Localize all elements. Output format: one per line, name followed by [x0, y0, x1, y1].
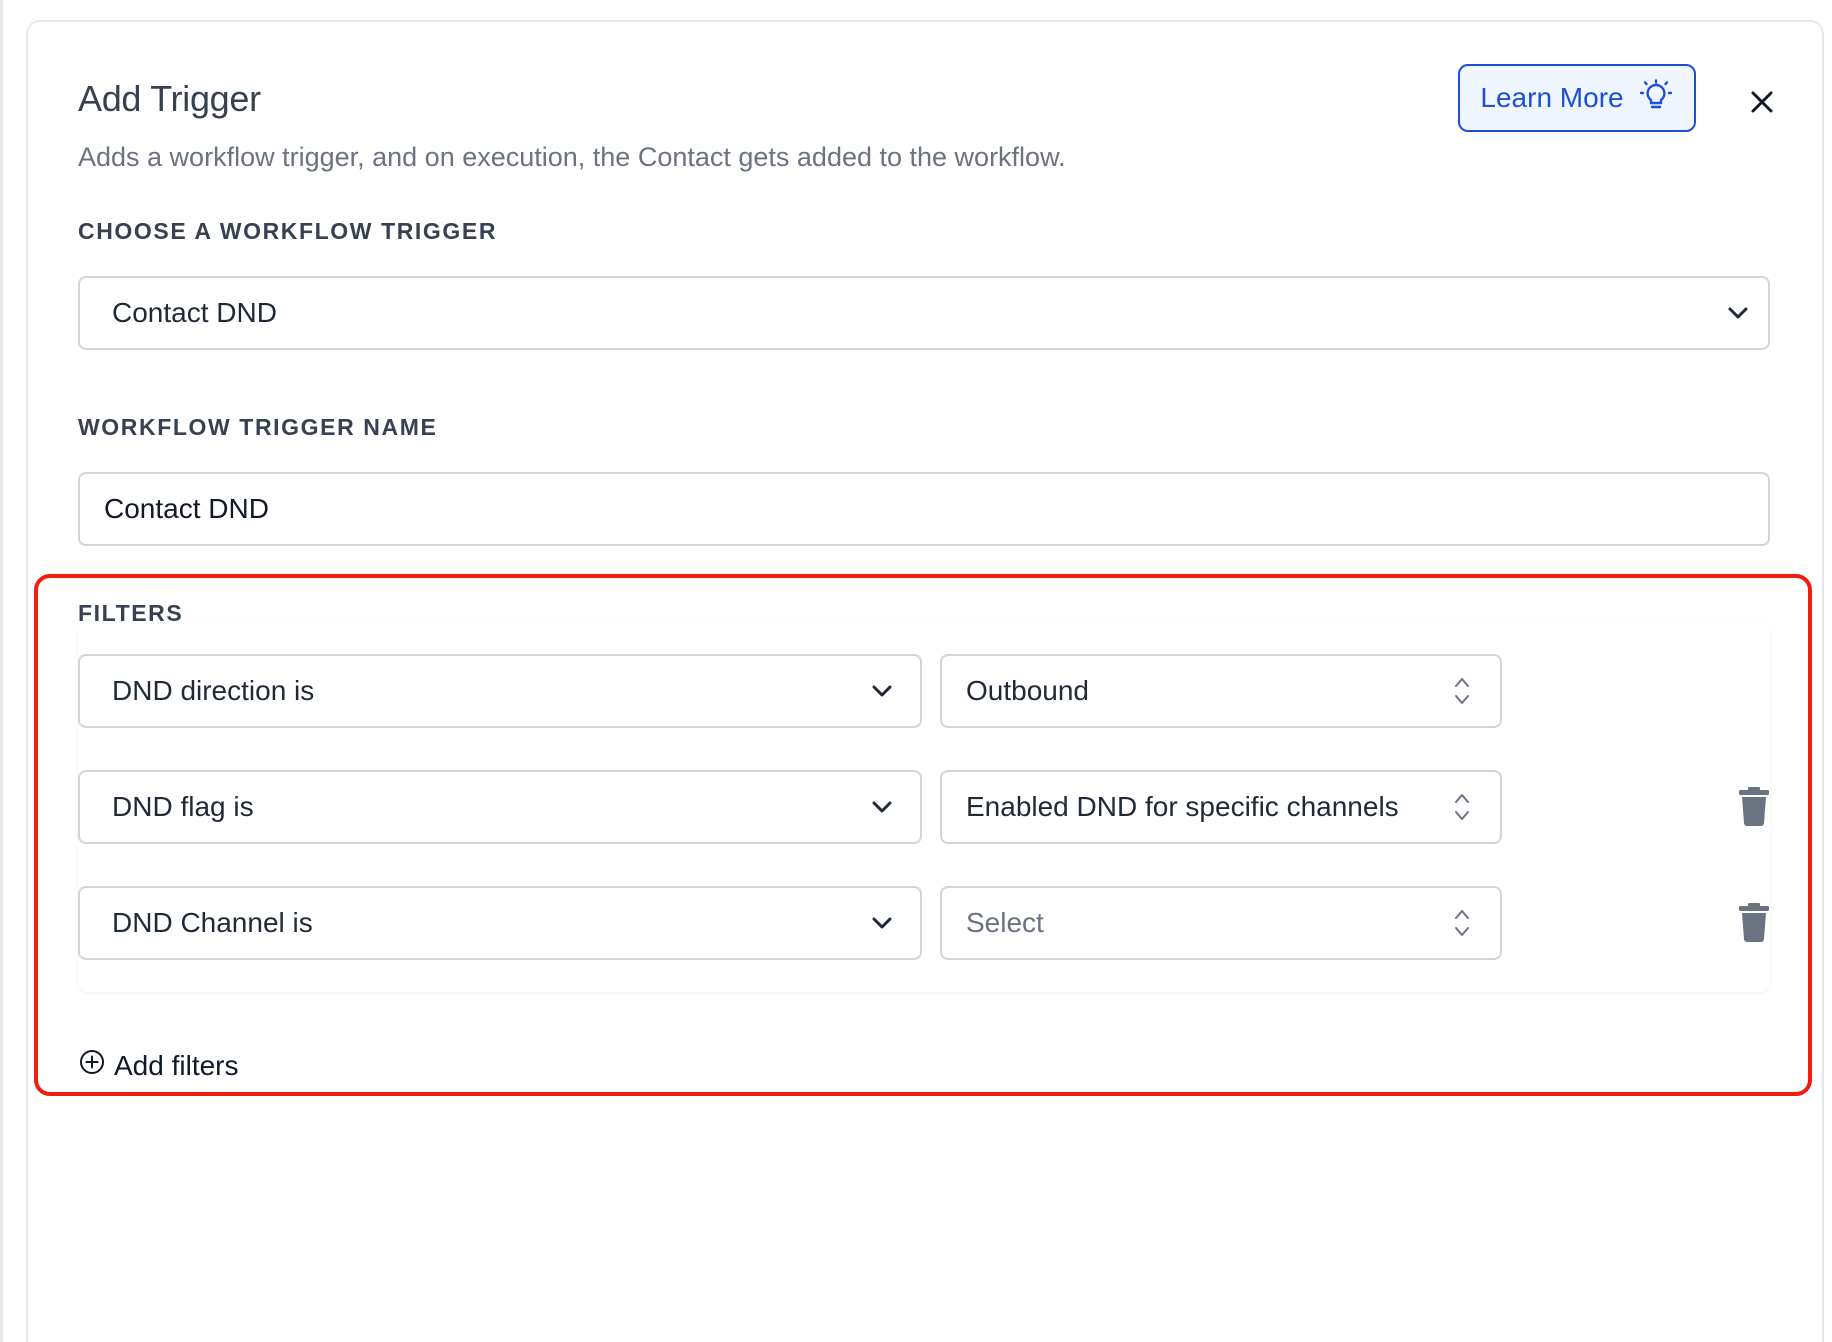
filter-row: DND direction is Outbound: [78, 654, 1770, 728]
filter-value-select[interactable]: Select: [940, 886, 1502, 960]
chevron-down-icon: [844, 799, 920, 815]
learn-more-label: Learn More: [1480, 82, 1624, 113]
filter-field-value: DND flag is: [112, 791, 254, 822]
filter-row: DND flag is Enabled DND for specific cha…: [78, 770, 1770, 844]
chevron-down-icon: [844, 683, 920, 699]
filter-field-value: DND direction is: [112, 675, 315, 706]
left-edge-divider: [0, 0, 3, 1342]
trigger-name-input[interactable]: Contact DND: [78, 472, 1770, 546]
filter-value-select[interactable]: Enabled DND for specific channels: [940, 770, 1502, 844]
chevron-down-icon: [844, 915, 920, 931]
trash-icon: [1736, 787, 1772, 830]
filter-value-placeholder: Select: [966, 907, 1044, 938]
filter-value: Enabled DND for specific channels: [966, 791, 1399, 822]
filter-field-select[interactable]: DND direction is: [78, 654, 922, 728]
up-down-chevron-icon: [1424, 674, 1500, 708]
filter-field-select[interactable]: DND Channel is: [78, 886, 922, 960]
up-down-chevron-icon: [1424, 906, 1500, 940]
learn-more-button[interactable]: Learn More: [1458, 64, 1696, 132]
plus-circle-icon: [78, 1048, 106, 1083]
add-trigger-panel: Add Trigger Adds a workflow trigger, and…: [26, 20, 1824, 1342]
trigger-select[interactable]: Contact DND: [78, 276, 1770, 350]
filter-row: DND Channel is Select: [78, 886, 1770, 960]
lightbulb-icon: [1638, 78, 1674, 119]
page: Add Trigger Adds a workflow trigger, and…: [0, 0, 1832, 1342]
filter-field-select[interactable]: DND flag is: [78, 770, 922, 844]
chevron-down-icon: [1708, 305, 1768, 321]
panel-title: Add Trigger: [78, 78, 261, 119]
delete-filter-button[interactable]: [1736, 786, 1772, 826]
trigger-section-label: CHOOSE A WORKFLOW TRIGGER: [78, 218, 498, 244]
close-button[interactable]: [1740, 82, 1784, 126]
trigger-select-value: Contact DND: [112, 297, 277, 328]
delete-filter-button[interactable]: [1736, 902, 1772, 942]
trigger-name-section-label: WORKFLOW TRIGGER NAME: [78, 414, 438, 440]
filters-list: DND direction is Outbound DND flag is En…: [78, 622, 1770, 992]
filter-field-value: DND Channel is: [112, 907, 313, 938]
add-filters-label: Add filters: [114, 1049, 239, 1081]
trigger-name-value: Contact DND: [104, 493, 269, 524]
filter-value-select[interactable]: Outbound: [940, 654, 1502, 728]
trash-icon: [1736, 903, 1772, 946]
close-icon: [1749, 89, 1775, 120]
filter-value: Outbound: [966, 675, 1089, 706]
panel-subtitle: Adds a workflow trigger, and on executio…: [78, 142, 1066, 172]
add-filters-button[interactable]: Add filters: [78, 1048, 239, 1083]
up-down-chevron-icon: [1424, 790, 1500, 824]
